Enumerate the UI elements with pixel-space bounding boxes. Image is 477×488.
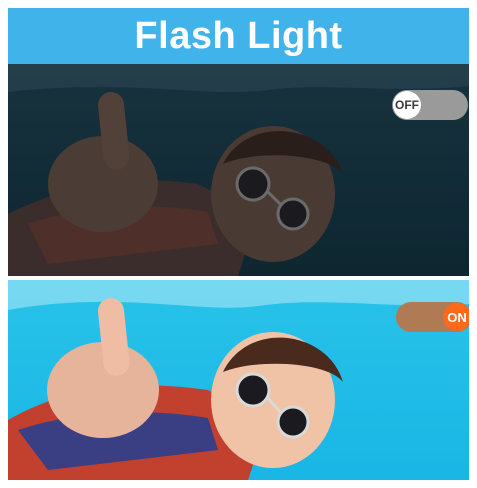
- flash-off-photo: OFF: [8, 64, 469, 276]
- toggle-knob: ON: [443, 303, 469, 331]
- flash-toggle-on[interactable]: ON: [396, 302, 469, 332]
- toggle-on-label: ON: [447, 309, 467, 325]
- toggle-knob: OFF: [393, 91, 421, 119]
- header-bar: Flash Light: [8, 8, 469, 64]
- comparison-card: Flash Light OFF ON: [8, 8, 469, 480]
- flash-toggle-off[interactable]: OFF: [392, 90, 468, 120]
- page-title: Flash Light: [134, 14, 343, 57]
- flash-on-photo: ON: [8, 280, 469, 480]
- toggle-off-label: OFF: [395, 98, 419, 112]
